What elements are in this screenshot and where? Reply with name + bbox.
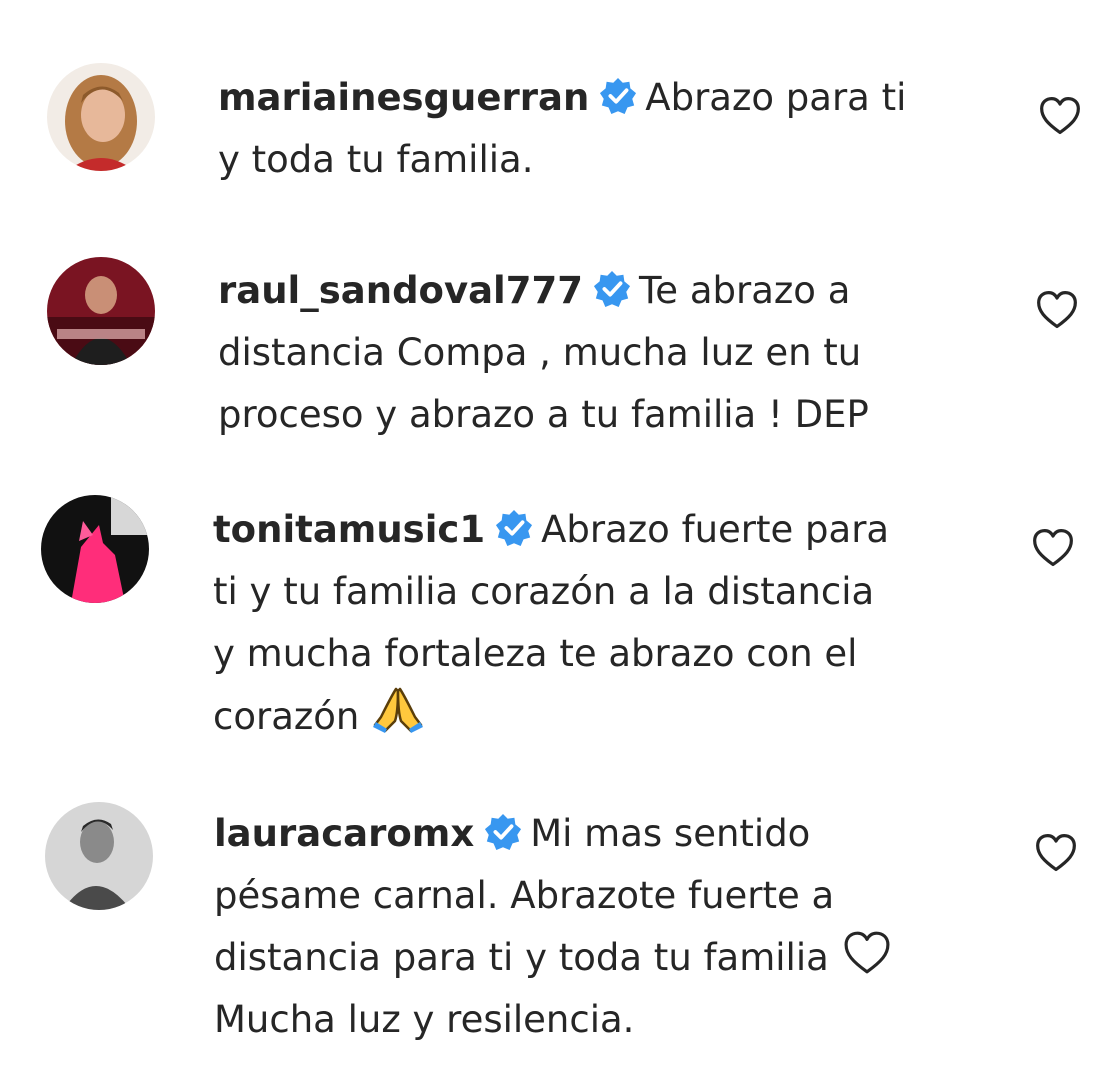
comment-body: lauracaromx Mi mas sentido pésame carnal.… <box>214 803 893 1051</box>
user-avatar[interactable] <box>47 257 155 365</box>
comment-item: mariainesguerran Abrazo para ti y toda tu… <box>0 0 1114 240</box>
comment-text-line: Mi mas sentido <box>530 812 811 855</box>
verified-badge-icon <box>496 509 533 547</box>
comment-text-line: Abrazo para ti <box>645 76 907 119</box>
comment-text-line: distancia Compa , mucha luz en tu <box>218 331 862 374</box>
comment-text-line: pésame carnal. Abrazote fuerte a <box>214 874 835 917</box>
comment-text-line: Mucha luz y resilencia. <box>214 998 635 1041</box>
comment-text-line: y toda tu familia. <box>218 138 534 181</box>
comment-body: tonitamusic1 Abrazo fuerte para ti y tu f… <box>213 499 889 748</box>
user-avatar[interactable] <box>45 802 153 910</box>
like-heart-icon[interactable] <box>1035 288 1079 332</box>
comment-text-line: distancia para ti y toda tu familia <box>214 936 829 979</box>
comment-username[interactable]: tonitamusic1 <box>213 508 485 551</box>
verified-badge-icon <box>485 813 522 851</box>
verified-badge-icon <box>600 77 637 115</box>
outline-heart-icon <box>844 931 890 974</box>
comment-item: raul_sandoval777 Te abrazo a distancia Co… <box>0 240 1114 480</box>
comment-username[interactable]: mariainesguerran <box>218 76 589 119</box>
comment-item: tonitamusic1 Abrazo fuerte para ti y tu f… <box>0 480 1114 780</box>
user-avatar[interactable] <box>41 495 149 603</box>
comment-body: raul_sandoval777 Te abrazo a distancia Co… <box>218 260 869 446</box>
comment-text-line: corazón <box>213 695 360 738</box>
comment-text-line: Te abrazo a <box>638 269 851 312</box>
comment-text-line: Abrazo fuerte para <box>541 508 890 551</box>
folded-hands-emoji <box>373 687 424 733</box>
comment-item: lauracaromx Mi mas sentido pésame carnal.… <box>0 780 1114 1080</box>
verified-badge-icon <box>593 270 631 308</box>
user-avatar[interactable] <box>47 63 155 171</box>
comment-text-line: ti y tu familia corazón a la distancia <box>213 570 875 613</box>
comment-text-line: y mucha fortaleza te abrazo con el <box>213 632 858 675</box>
like-heart-icon[interactable] <box>1038 94 1082 138</box>
like-heart-icon[interactable] <box>1034 831 1078 875</box>
comment-body: mariainesguerran Abrazo para ti y toda tu… <box>218 67 906 191</box>
comment-username[interactable]: lauracaromx <box>214 812 474 855</box>
like-heart-icon[interactable] <box>1031 526 1075 570</box>
comment-username[interactable]: raul_sandoval777 <box>218 269 583 312</box>
comment-text-line: proceso y abrazo a tu familia ! DEP <box>218 393 869 436</box>
